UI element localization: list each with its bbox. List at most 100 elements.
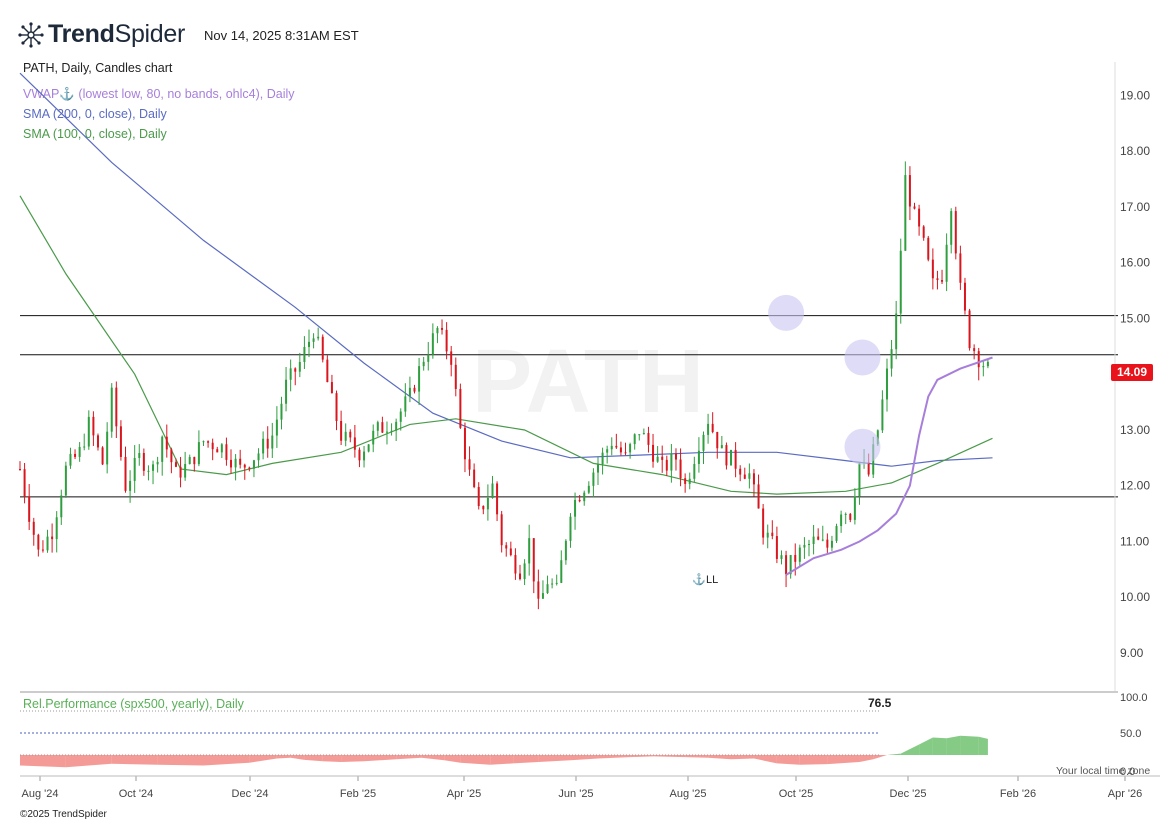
candle-body (830, 540, 833, 548)
candle-body (817, 536, 820, 540)
rp-area-segment (111, 755, 158, 765)
candle-body (482, 506, 485, 510)
candle-body (532, 538, 535, 582)
candle (945, 233, 948, 292)
candle (560, 550, 563, 584)
candle (19, 461, 21, 471)
x-tick-label: Apr '25 (447, 788, 482, 800)
candle-body (707, 423, 710, 435)
candle (665, 455, 668, 476)
candle (92, 411, 95, 446)
candle-body (642, 433, 645, 435)
candle (271, 422, 274, 458)
candle-body (473, 469, 476, 487)
candle-body (803, 544, 806, 548)
x-tick-label: Feb '25 (340, 788, 376, 800)
candle (638, 434, 641, 441)
candle-body (188, 456, 191, 465)
candle (431, 323, 434, 359)
candle-body (638, 434, 641, 436)
candle-body (321, 336, 324, 360)
candle-body (96, 435, 99, 448)
candle-body (670, 453, 673, 471)
candle (390, 423, 393, 436)
candle (569, 513, 572, 548)
candle (349, 429, 352, 443)
candle-body (757, 484, 760, 509)
candle (771, 520, 774, 540)
x-tick-label: Oct '25 (779, 788, 814, 800)
candle (743, 467, 746, 480)
candle (28, 484, 31, 531)
candle (830, 535, 833, 552)
pivot-label-ll: LL (706, 574, 718, 586)
candle-body (633, 434, 636, 445)
candle-body (780, 555, 783, 559)
y-tick-label: 10.00 (1120, 590, 1150, 604)
candle-body (385, 431, 388, 433)
rp-area-segment (886, 753, 901, 755)
rp-area-segment (653, 755, 686, 758)
y-tick-label: 11.00 (1120, 534, 1149, 548)
candle (950, 208, 953, 254)
candle (358, 447, 361, 468)
candle (307, 329, 310, 358)
candle-body (376, 422, 379, 431)
candle (252, 459, 255, 478)
candle (37, 533, 40, 557)
candle (693, 456, 696, 483)
candle-body (950, 211, 953, 245)
candle (207, 440, 210, 448)
candle (720, 435, 723, 449)
y-tick-label: 16.00 (1120, 256, 1150, 270)
rp-area-segment (276, 755, 291, 759)
rp-area-segment (900, 744, 920, 755)
candle (87, 410, 90, 450)
candle (482, 505, 485, 515)
candle (679, 448, 682, 487)
candle (652, 433, 655, 468)
candle (422, 356, 425, 371)
candle (817, 528, 820, 541)
candle-body (688, 478, 691, 484)
rel-performance-label[interactable]: Rel.Performance (spx500, yearly), Daily (23, 697, 244, 711)
y-tick-label: 12.00 (1120, 479, 1150, 493)
candle (188, 454, 191, 465)
y-tick-label: 17.00 (1120, 200, 1150, 214)
candle (908, 166, 911, 221)
candle-body (931, 259, 934, 279)
candle (124, 446, 127, 493)
candle (101, 446, 104, 466)
candle (913, 202, 916, 210)
candle-body (418, 366, 421, 392)
candle-body (885, 368, 888, 400)
candle-body (404, 396, 407, 412)
candle-body (835, 526, 838, 541)
candle-body (849, 513, 852, 520)
y-tick-label: 18.00 (1120, 144, 1150, 158)
candle (340, 410, 343, 446)
candle (532, 538, 535, 594)
candle (294, 367, 297, 386)
candle-body (349, 431, 352, 438)
candle-body (165, 436, 168, 450)
candle-body (546, 584, 549, 594)
candle (711, 412, 714, 434)
candle-body (555, 582, 558, 584)
candle (826, 533, 829, 553)
candle (142, 448, 145, 476)
candle-body (106, 431, 109, 465)
candle (165, 424, 168, 458)
candle-body (207, 441, 210, 443)
candle (197, 430, 200, 467)
candle (285, 367, 288, 412)
candle (152, 460, 155, 485)
candle (317, 327, 320, 341)
candle (450, 345, 453, 377)
candle (257, 448, 260, 468)
candle-body (119, 426, 122, 457)
rp-area-segment (731, 755, 754, 760)
candle-body (294, 368, 297, 372)
candle-body (619, 447, 622, 453)
candle (895, 300, 898, 360)
